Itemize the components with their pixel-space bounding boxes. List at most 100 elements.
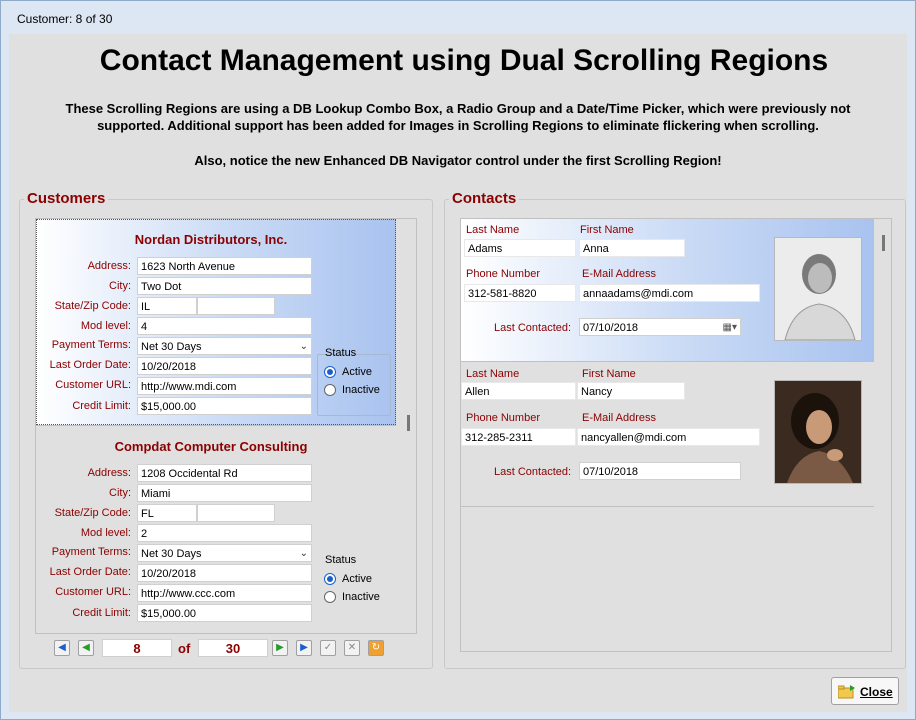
person-photo-icon: [775, 238, 861, 341]
first-name-field[interactable]: Nancy: [577, 382, 685, 400]
chevron-down-icon[interactable]: ⌄: [300, 338, 308, 354]
phone-field[interactable]: 312-285-2311: [461, 428, 576, 446]
payment-terms-label: Payment Terms:: [51, 546, 131, 558]
credit-limit-field[interactable]: $15,000.00: [137, 604, 312, 622]
credit-limit-field[interactable]: $15,000.00: [137, 397, 312, 415]
status-radio-group: Status Active Inactive: [317, 347, 391, 416]
folder-exit-icon: [838, 685, 855, 699]
customer-url-label: Customer URL:: [55, 379, 131, 391]
last-order-field[interactable]: 10/20/2018: [137, 564, 312, 582]
zip-field[interactable]: [197, 504, 275, 522]
window-title: Customer: 8 of 30: [17, 12, 113, 26]
customers-group-title: Customers: [24, 190, 109, 207]
first-name-field[interactable]: Anna: [579, 239, 685, 257]
active-label: Active: [342, 573, 372, 585]
active-radio[interactable]: [324, 573, 336, 585]
last-contacted-label: Last Contacted:: [494, 466, 572, 478]
contacts-scrollbar-thumb[interactable]: [882, 235, 885, 251]
db-navigator: ◀ ◀ 8 of 30 ▶ ▶ ✓ ✕ ↻: [50, 636, 390, 660]
inactive-label: Inactive: [342, 384, 380, 396]
contact-card[interactable]: Last Name First Name Allen Nancy Phone N…: [461, 361, 874, 507]
address-field[interactable]: 1623 North Avenue: [137, 257, 312, 275]
application-window: Customer: 8 of 30 Contact Management usi…: [0, 0, 916, 720]
state-field[interactable]: IL: [137, 297, 197, 315]
zip-field[interactable]: [197, 297, 275, 315]
title-bar: Customer: 8 of 30: [1, 1, 915, 35]
last-order-label: Last Order Date:: [49, 359, 131, 371]
status-label: Status: [325, 347, 357, 359]
contacts-group: Contacts Last Name First Name Adams Anna…: [444, 190, 906, 669]
credit-limit-label: Credit Limit:: [72, 400, 131, 412]
city-field[interactable]: Two Dot: [137, 277, 312, 295]
last-record-button[interactable]: ▶: [296, 640, 312, 656]
payment-terms-combo[interactable]: Net 30 Days ⌄: [137, 337, 312, 355]
phone-field[interactable]: 312-581-8820: [464, 284, 576, 302]
active-radio[interactable]: [324, 366, 336, 378]
prior-record-button[interactable]: ◀: [78, 640, 94, 656]
current-record-field[interactable]: 8: [102, 639, 172, 657]
first-record-button[interactable]: ◀: [54, 640, 70, 656]
mod-level-field[interactable]: 4: [137, 317, 312, 335]
customer-url-field[interactable]: http://www.ccc.com: [137, 584, 312, 602]
last-name-field[interactable]: Adams: [464, 239, 576, 257]
last-name-label: Last Name: [466, 368, 520, 380]
description-line-2: supported. Additional support has been a…: [97, 118, 819, 133]
payment-terms-combo[interactable]: Net 30 Days ⌄: [137, 544, 312, 562]
city-field[interactable]: Miami: [137, 484, 312, 502]
contacts-group-title: Contacts: [449, 190, 520, 207]
post-check-icon[interactable]: ✓: [320, 640, 336, 656]
contact-card[interactable]: Last Name First Name Adams Anna Phone Nu…: [461, 219, 874, 361]
credit-limit-label: Credit Limit:: [72, 607, 131, 619]
address-field[interactable]: 1208 Occidental Rd: [137, 464, 312, 482]
email-field[interactable]: annaadams@mdi.com: [579, 284, 760, 302]
inactive-radio[interactable]: [324, 591, 336, 603]
customers-scroll-region[interactable]: Nordan Distributors, Inc. Address: 1623 …: [35, 218, 417, 634]
last-contacted-label: Last Contacted:: [494, 322, 572, 334]
status-label: Status: [325, 554, 357, 566]
state-field[interactable]: FL: [137, 504, 197, 522]
email-label: E-Mail Address: [582, 268, 656, 280]
city-label: City:: [109, 280, 131, 292]
state-zip-label: State/Zip Code:: [54, 507, 131, 519]
inactive-label: Inactive: [342, 591, 380, 603]
customer-name: Nordan Distributors, Inc.: [134, 232, 288, 247]
customer-card[interactable]: Compdat Computer Consulting Address: 120…: [36, 425, 396, 633]
active-label: Active: [342, 366, 372, 378]
first-name-label: First Name: [582, 368, 636, 380]
customers-group: Customers Nordan Distributors, Inc. Addr…: [19, 190, 433, 669]
address-label: Address:: [87, 260, 131, 272]
inactive-radio[interactable]: [324, 384, 336, 396]
state-zip-label: State/Zip Code:: [54, 300, 131, 312]
mod-level-field[interactable]: 2: [137, 524, 312, 542]
description-text: These Scrolling Regions are using a DB L…: [9, 100, 907, 134]
last-name-field[interactable]: Allen: [461, 382, 576, 400]
customer-card[interactable]: Nordan Distributors, Inc. Address: 1623 …: [36, 219, 396, 425]
calendar-icon[interactable]: ▦▾: [723, 319, 737, 335]
last-name-label: Last Name: [466, 224, 520, 236]
phone-label: Phone Number: [466, 412, 540, 424]
close-label: Close: [860, 685, 893, 699]
mod-level-label: Mod level:: [80, 527, 131, 539]
last-contacted-field[interactable]: 07/10/2018: [579, 462, 741, 480]
navigator-note: Also, notice the new Enhanced DB Navigat…: [194, 153, 722, 168]
client-area: Contact Management using Dual Scrolling …: [9, 34, 907, 712]
last-order-field[interactable]: 10/20/2018: [137, 357, 312, 375]
next-record-button[interactable]: ▶: [272, 640, 288, 656]
payment-terms-value: Net 30 Days: [141, 548, 202, 560]
last-contacted-date-picker[interactable]: 07/10/2018 ▦▾: [579, 318, 741, 336]
person-photo-icon: [775, 381, 861, 483]
contact-photo: [774, 380, 862, 484]
refresh-icon[interactable]: ↻: [368, 640, 384, 656]
cancel-x-icon[interactable]: ✕: [344, 640, 360, 656]
chevron-down-icon[interactable]: ⌄: [300, 545, 308, 561]
mod-level-label: Mod level:: [80, 320, 131, 332]
payment-terms-value: Net 30 Days: [141, 341, 202, 353]
customers-scrollbar-thumb[interactable]: [407, 415, 410, 431]
email-field[interactable]: nancyallen@mdi.com: [577, 428, 760, 446]
close-button[interactable]: Close: [831, 677, 899, 705]
status-radio-group: Status Active Inactive: [317, 554, 391, 623]
contact-photo: [774, 237, 862, 341]
of-label: of: [178, 641, 191, 656]
contacts-scroll-region[interactable]: Last Name First Name Adams Anna Phone Nu…: [460, 218, 892, 652]
customer-url-field[interactable]: http://www.mdi.com: [137, 377, 312, 395]
